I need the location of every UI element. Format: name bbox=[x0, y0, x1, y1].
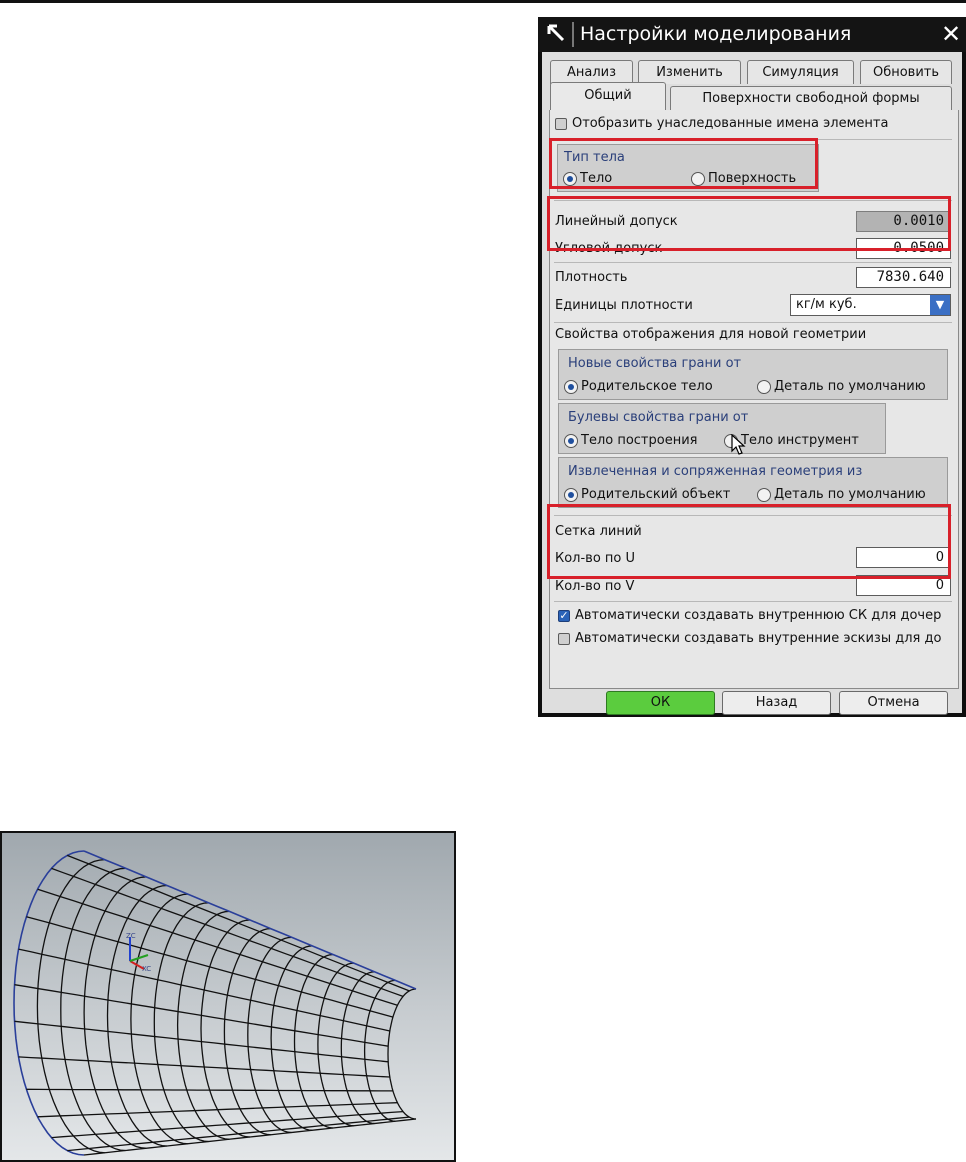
extracted-parent-radio[interactable] bbox=[564, 488, 578, 502]
divider bbox=[554, 515, 952, 516]
tab-general[interactable]: Общий bbox=[550, 82, 666, 110]
display-props-title: Свойства отображения для новой геометрии bbox=[555, 327, 867, 342]
divider bbox=[554, 601, 952, 602]
body-type-title: Тип тела bbox=[564, 150, 625, 165]
dialog-titlebar[interactable]: Настройки моделирования ✕ bbox=[538, 17, 966, 52]
new-face-parent-label: Родительское тело bbox=[581, 379, 713, 394]
angular-tolerance-field[interactable]: 0.0500 bbox=[856, 238, 951, 259]
boolean-face-group: Булевы свойства грани от Тело построения… bbox=[558, 403, 886, 455]
density-label: Плотность bbox=[555, 270, 628, 285]
mesh-section-line bbox=[36, 858, 105, 1154]
tab-update[interactable]: Обновить bbox=[860, 60, 952, 84]
tab-modify[interactable]: Изменить bbox=[638, 60, 741, 84]
extracted-parent-label: Родительский объект bbox=[581, 487, 731, 502]
mesh-section-line bbox=[340, 971, 375, 1125]
mesh-section-line bbox=[153, 902, 209, 1143]
grid-lines-title: Сетка линий bbox=[555, 524, 642, 539]
extracted-geometry-group: Извлеченная и сопряженная геометрия из Р… bbox=[558, 457, 948, 508]
mesh-section-line bbox=[13, 850, 85, 1156]
body-type-surface-radio[interactable] bbox=[691, 172, 705, 186]
mesh-section-line bbox=[200, 919, 251, 1138]
tab-simulation[interactable]: Симуляция bbox=[747, 60, 854, 84]
divider bbox=[554, 139, 952, 140]
new-face-default-label: Деталь по умолчанию bbox=[774, 379, 926, 394]
mesh-section-line bbox=[363, 979, 396, 1122]
dialog-client-area: Анализ Изменить Симуляция Обновить Общий… bbox=[542, 52, 962, 715]
z-axis-label: ZC bbox=[126, 932, 136, 940]
mesh-generator-line bbox=[51, 867, 404, 998]
extracted-default-radio[interactable] bbox=[757, 488, 771, 502]
body-type-group: Тип тела Тело Поверхность bbox=[557, 144, 819, 192]
surface-mesh bbox=[13, 850, 417, 1156]
x-axis-label: XC bbox=[142, 965, 152, 973]
density-units-value: кг/м куб. bbox=[796, 297, 857, 312]
auto-csys-label: Автоматически создавать внутреннюю СК дл… bbox=[575, 608, 942, 623]
body-type-surface-label: Поверхность bbox=[708, 171, 797, 186]
mesh-generator-line bbox=[51, 1110, 404, 1139]
auto-sketch-checkbox[interactable] bbox=[558, 633, 570, 645]
ok-button[interactable]: ОК bbox=[606, 691, 715, 715]
boolean-face-title: Булевы свойства грани от bbox=[568, 410, 749, 425]
boolean-face-tool-label: Тело инструмент bbox=[741, 433, 859, 448]
mesh-generator-line bbox=[37, 1102, 398, 1118]
back-button[interactable]: Назад bbox=[722, 691, 831, 715]
divider bbox=[554, 322, 952, 323]
modeling-settings-dialog: Настройки моделирования ✕ Анализ Изменит… bbox=[538, 17, 966, 717]
chevron-down-icon[interactable]: ▼ bbox=[930, 295, 950, 315]
density-units-select[interactable]: кг/м куб. ▼ bbox=[790, 294, 951, 316]
density-units-label: Единицы плотности bbox=[555, 298, 693, 313]
linear-tolerance-field[interactable]: 0.0010 bbox=[856, 211, 951, 232]
mesh-generator-line bbox=[26, 1088, 393, 1092]
boolean-face-target-radio[interactable] bbox=[564, 434, 578, 448]
tab-freeform-surfaces[interactable]: Поверхности свободной формы bbox=[670, 86, 952, 110]
tab-page-general: Отобразить унаследованные имена элемента… bbox=[549, 110, 959, 689]
mouse-cursor-icon bbox=[731, 434, 746, 455]
mesh-section-line bbox=[317, 962, 354, 1127]
mesh-generator-line bbox=[26, 916, 394, 1018]
new-face-group: Новые свойства грани от Родительское тел… bbox=[558, 349, 948, 400]
mesh-section-line bbox=[83, 876, 147, 1149]
divider bbox=[554, 200, 952, 201]
density-field[interactable]: 7830.640 bbox=[856, 267, 951, 288]
inherited-names-checkbox[interactable] bbox=[555, 118, 567, 130]
divider bbox=[554, 262, 952, 263]
linear-tolerance-label: Линейный допуск bbox=[555, 214, 678, 229]
v-count-field[interactable]: 0 bbox=[856, 575, 951, 596]
extracted-default-label: Деталь по умолчанию bbox=[774, 487, 926, 502]
new-face-parent-radio[interactable] bbox=[564, 380, 578, 394]
extracted-geometry-title: Извлеченная и сопряженная геометрия из bbox=[568, 464, 863, 479]
auto-csys-checkbox[interactable]: ✓ bbox=[558, 610, 570, 622]
boolean-face-target-label: Тело построения bbox=[581, 433, 698, 448]
new-face-default-radio[interactable] bbox=[757, 380, 771, 394]
mesh-section-line bbox=[293, 953, 334, 1129]
u-count-label: Кол-во по U bbox=[555, 551, 636, 566]
tab-analysis[interactable]: Анализ bbox=[550, 60, 633, 84]
body-type-solid-radio[interactable] bbox=[563, 172, 577, 186]
dialog-arrow-icon bbox=[544, 21, 570, 47]
mesh-generator-line bbox=[18, 1056, 390, 1078]
auto-sketch-label: Автоматически создавать внутренние эскиз… bbox=[575, 631, 942, 646]
mesh-section-line bbox=[176, 910, 230, 1140]
top-rule bbox=[0, 0, 966, 3]
title-separator bbox=[572, 22, 574, 47]
close-icon[interactable]: ✕ bbox=[938, 20, 964, 48]
inherited-names-label: Отобразить унаследованные имена элемента bbox=[572, 116, 889, 131]
u-count-field[interactable]: 0 bbox=[856, 547, 951, 568]
new-face-title: Новые свойства грани от bbox=[568, 356, 742, 371]
cancel-button[interactable]: Отмена bbox=[839, 691, 948, 715]
v-count-label: Кол-во по V bbox=[555, 579, 635, 594]
body-type-solid-label: Тело bbox=[580, 171, 613, 186]
angular-tolerance-label: Угловой допуск bbox=[555, 241, 663, 256]
mesh-section-line bbox=[247, 936, 292, 1134]
dialog-title: Настройки моделирования bbox=[580, 23, 852, 45]
model-viewport[interactable]: ZC XC bbox=[0, 831, 456, 1162]
mesh-section-line bbox=[60, 867, 126, 1152]
mesh-section-line bbox=[387, 988, 417, 1120]
